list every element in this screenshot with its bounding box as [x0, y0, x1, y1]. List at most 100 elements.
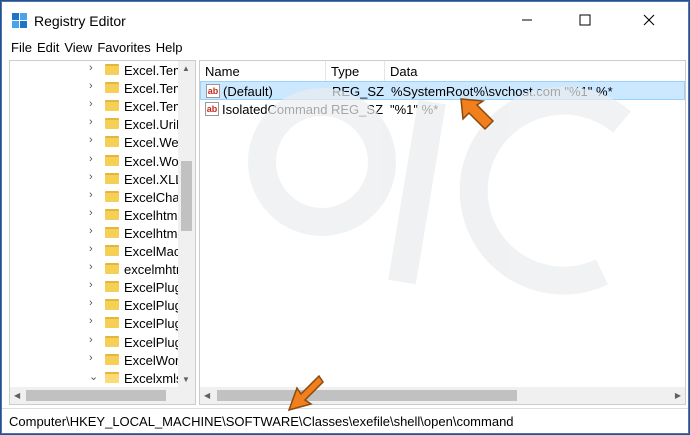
minimize-button[interactable]	[504, 2, 550, 38]
folder-icon	[105, 208, 119, 220]
folder-icon	[105, 190, 119, 202]
tree-item[interactable]: › ExcelPlugI	[10, 296, 195, 314]
scroll-left-icon[interactable]: ◀	[204, 391, 210, 400]
value-name: (Default)	[223, 84, 273, 99]
registry-editor-icon	[12, 13, 27, 28]
close-button[interactable]	[626, 2, 672, 38]
folder-icon	[105, 245, 119, 256]
menu-view[interactable]: View	[63, 38, 96, 58]
column-header-name[interactable]: Name	[205, 64, 240, 79]
tree-item[interactable]: › Excel.Temp	[10, 61, 195, 79]
tree-vertical-scrollbar[interactable]: ▲ ▼	[178, 61, 195, 387]
tree-item[interactable]: › Excelhtmlt	[10, 206, 195, 224]
scroll-down-icon[interactable]: ▼	[182, 375, 190, 384]
value-name: IsolatedCommand	[222, 102, 328, 117]
tree-item[interactable]: › Excel.Temp	[10, 97, 195, 115]
value-type: REG_SZ	[332, 84, 385, 99]
folder-icon	[105, 371, 119, 383]
tree-item[interactable]: › Excel.Web	[10, 133, 195, 151]
list-horizontal-scrollbar[interactable]: ◀ ▶	[200, 387, 685, 404]
chevron-down-icon[interactable]: ⌄	[89, 370, 98, 383]
tree-item-label: Excel.XLL	[124, 171, 183, 187]
column-header-data[interactable]: Data	[390, 64, 417, 79]
value-row-default[interactable]: ab (Default) REG_SZ %SystemRoot%\svchost…	[200, 81, 685, 100]
folder-icon	[105, 64, 119, 75]
registry-values-list[interactable]: Name Type Data ab (Default) REG_SZ %Syst…	[199, 60, 686, 405]
folder-icon	[105, 353, 119, 365]
tree-item[interactable]: › ExcelPlugI	[10, 333, 195, 351]
tree-item[interactable]: › ExcelPlugI	[10, 278, 195, 296]
tree-item-label: Excel.Web	[124, 135, 186, 151]
folder-icon	[105, 226, 119, 238]
chevron-right-icon[interactable]: ›	[89, 207, 93, 219]
tree-horizontal-scrollbar[interactable]: ◀	[10, 387, 178, 404]
tree-item-label: Excelhtmlt	[124, 207, 184, 223]
list-hscroll-thumb[interactable]	[217, 390, 517, 401]
chevron-right-icon[interactable]: ›	[89, 334, 93, 346]
menu-edit[interactable]: Edit	[36, 38, 63, 58]
chevron-right-icon[interactable]: ›	[89, 80, 93, 92]
tree-item[interactable]: › Excelhtmlt	[10, 224, 195, 242]
folder-icon	[105, 263, 119, 275]
maximize-button[interactable]	[562, 2, 608, 38]
tree-item-label: Excel.UriLi	[124, 117, 187, 133]
maximize-icon	[579, 14, 591, 26]
chevron-right-icon[interactable]: ›	[89, 297, 93, 309]
chevron-right-icon[interactable]: ›	[89, 279, 93, 291]
menu-file[interactable]: File	[2, 38, 36, 58]
value-type: REG_SZ	[331, 102, 384, 117]
chevron-right-icon[interactable]: ›	[89, 315, 93, 327]
chevron-right-icon[interactable]: ›	[89, 261, 93, 273]
column-header-type[interactable]: Type	[331, 64, 359, 79]
tree-item-label: ExcelPlugI	[124, 298, 186, 314]
folder-icon	[105, 154, 119, 166]
chevron-right-icon[interactable]: ›	[89, 62, 93, 74]
column-divider[interactable]	[325, 61, 326, 81]
folder-icon	[105, 136, 119, 148]
tree-item[interactable]: › ExcelChart	[10, 188, 195, 206]
folder-icon	[105, 100, 119, 112]
registry-path[interactable]: Computer\HKEY_LOCAL_MACHINE\SOFTWARE\Cla…	[9, 414, 514, 429]
menu-favorites[interactable]: Favorites	[96, 38, 154, 58]
tree-hscroll-thumb[interactable]	[26, 390, 166, 401]
tree-item-label: ExcelPlugI	[124, 280, 186, 296]
value-row-isolatedcommand[interactable]: ab IsolatedCommand REG_SZ "%1" %*	[200, 100, 685, 119]
tree-item[interactable]: ⌄ Excelxmlss	[10, 369, 195, 387]
string-value-icon: ab	[206, 84, 220, 98]
registry-key-tree[interactable]: › Excel.Temp › Excel.Temp › Excel.Temp › Excel.…	[9, 60, 196, 405]
folder-icon	[105, 118, 119, 130]
chevron-right-icon[interactable]: ›	[89, 134, 93, 146]
tree-item[interactable]: › Excel.Temp	[10, 79, 195, 97]
value-data: %SystemRoot%\svchost.com "%1" %*	[391, 84, 613, 99]
folder-icon	[105, 299, 119, 311]
chevron-right-icon[interactable]: ›	[89, 153, 93, 165]
folder-icon	[105, 317, 119, 329]
chevron-right-icon[interactable]: ›	[89, 189, 93, 201]
tree-item[interactable]: › excelmhtr	[10, 260, 195, 278]
scroll-up-icon[interactable]: ▲	[182, 64, 190, 73]
chevron-right-icon[interactable]: ›	[89, 116, 93, 128]
chevron-right-icon[interactable]: ›	[89, 98, 93, 110]
tree-item[interactable]: › ExcelPlugI	[10, 314, 195, 332]
column-divider[interactable]	[384, 61, 385, 81]
close-icon	[643, 14, 655, 26]
tree-item[interactable]: › Excel.UriLi	[10, 115, 195, 133]
scroll-corner	[178, 387, 195, 404]
tree-item[interactable]: › Excel.XLL	[10, 170, 195, 188]
folder-icon	[105, 335, 119, 347]
scroll-left-icon[interactable]: ◀	[14, 391, 20, 400]
tree-item[interactable]: › ExcelWork	[10, 351, 195, 369]
tree-item[interactable]: › ExcelMacr	[10, 242, 195, 260]
tree-item-label: ExcelWork	[124, 352, 186, 368]
chevron-right-icon[interactable]: ›	[89, 352, 93, 364]
chevron-right-icon[interactable]: ›	[89, 171, 93, 183]
tree-item[interactable]: › Excel.Work	[10, 152, 195, 170]
tree-scroll-thumb[interactable]	[181, 161, 192, 231]
scroll-right-icon[interactable]: ▶	[675, 391, 681, 400]
string-value-icon: ab	[205, 102, 219, 116]
chevron-right-icon[interactable]: ›	[89, 243, 93, 255]
chevron-right-icon[interactable]: ›	[89, 225, 93, 237]
status-bar: Computer\HKEY_LOCAL_MACHINE\SOFTWARE\Cla…	[2, 408, 688, 433]
folder-icon	[105, 281, 119, 293]
menu-help[interactable]: Help	[155, 38, 187, 58]
